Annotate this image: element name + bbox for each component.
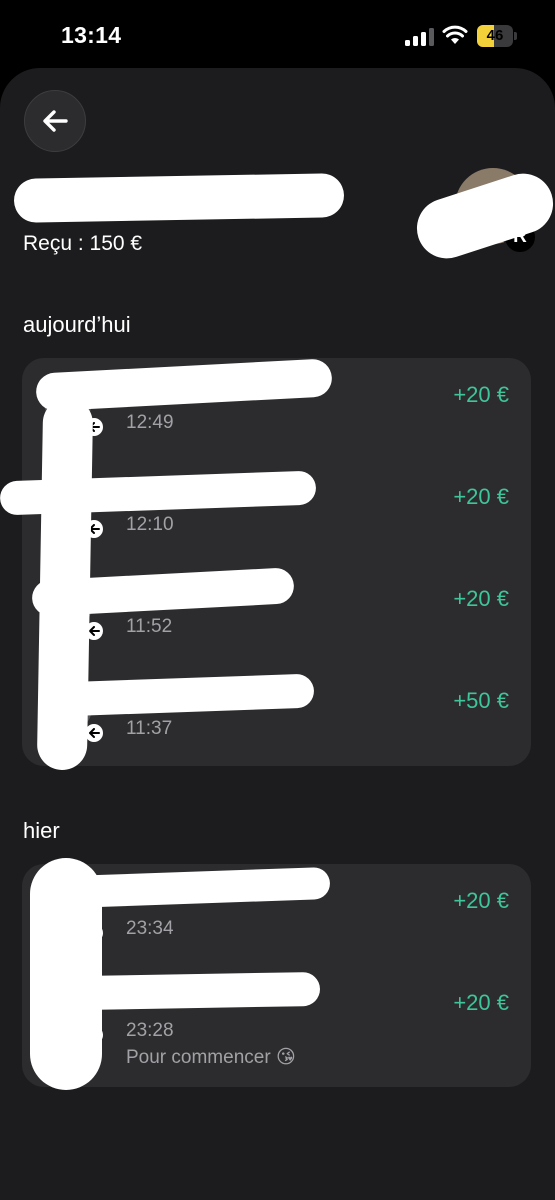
transaction-note: Pour commencer 😘: [126, 1047, 296, 1068]
received-total: Reçu : 150 €: [23, 232, 143, 255]
battery-icon: 46: [477, 25, 517, 47]
section-title-yesterday: hier: [23, 818, 60, 843]
transaction-time: 11:37: [126, 718, 173, 739]
redaction-mark: [79, 971, 321, 1011]
transaction-amount: +20 €: [453, 382, 509, 407]
redaction-mark: [13, 173, 345, 223]
wifi-icon: [442, 24, 468, 46]
status-bar: 13:14 46: [0, 0, 555, 70]
transaction-amount: +50 €: [453, 688, 509, 713]
battery-level: 46: [486, 27, 504, 44]
transaction-amount: +20 €: [453, 888, 509, 913]
transaction-time: 23:34: [126, 918, 174, 939]
transactions-sheet: Reçu : 150 € R aujourd’hui 12:49 +20 € 1…: [0, 68, 555, 1200]
transaction-time: 11:52: [126, 616, 173, 637]
transaction-amount: +20 €: [453, 484, 509, 509]
transaction-amount: +20 €: [453, 586, 509, 611]
transaction-time: 12:10: [126, 514, 174, 535]
section-title-today: aujourd’hui: [23, 312, 131, 337]
arrow-left-icon: [43, 110, 68, 132]
transaction-amount: +20 €: [453, 990, 509, 1015]
back-button[interactable]: [24, 90, 86, 152]
cellular-signal-icon: [405, 28, 435, 46]
redaction-mark: [36, 397, 94, 771]
transaction-time: 23:28: [126, 1020, 174, 1041]
status-time: 13:14: [61, 22, 122, 48]
redaction-mark: [30, 858, 102, 1090]
transaction-time: 12:49: [126, 412, 174, 433]
